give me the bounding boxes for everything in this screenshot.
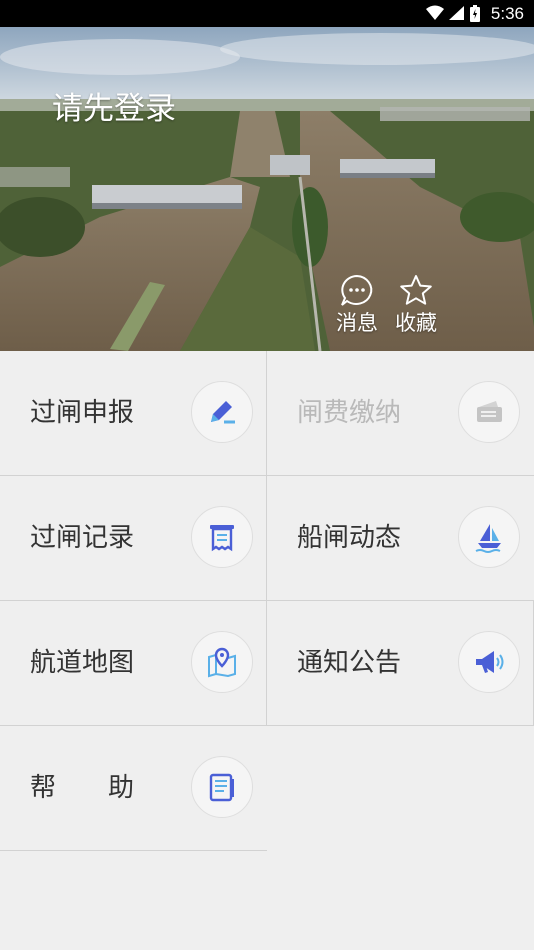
- menu-item-label: 航道地图: [30, 648, 135, 678]
- status-bar: 5:36: [0, 0, 534, 27]
- divider: [0, 850, 267, 851]
- favorites-button[interactable]: 收藏: [388, 273, 444, 336]
- menu-item-help[interactable]: 帮 助: [0, 726, 266, 850]
- megaphone-icon: [458, 631, 520, 693]
- menu-item-label: 闸费缴纳: [297, 398, 402, 428]
- pen-edit-icon: [191, 381, 253, 443]
- menu-item-label: 过闸记录: [30, 523, 135, 553]
- header-banner: 请先登录 消息 收藏: [0, 27, 534, 351]
- menu-item-lock-records[interactable]: 过闸记录: [0, 476, 266, 600]
- receipt-icon: [191, 506, 253, 568]
- messages-button[interactable]: 消息: [329, 273, 385, 336]
- messages-label: 消息: [336, 311, 378, 335]
- menu-item-lock-fee[interactable]: 闸费缴纳: [267, 351, 533, 475]
- menu-item-lock-declare[interactable]: 过闸申报: [0, 351, 266, 475]
- chat-bubble-icon: [341, 274, 373, 306]
- clock-time: 5:36: [490, 4, 524, 23]
- menu-item-label: 过闸申报: [30, 398, 135, 428]
- divider: [0, 600, 534, 601]
- menu-item-waterway-map[interactable]: 航道地图: [0, 601, 266, 725]
- sailboat-icon: [458, 506, 520, 568]
- menu-item-label: 通知公告: [297, 648, 402, 678]
- battery-icon: [470, 5, 480, 22]
- login-prompt[interactable]: 请先登录: [52, 83, 176, 128]
- favorites-label: 收藏: [395, 311, 437, 335]
- divider: [0, 725, 534, 726]
- divider: [266, 351, 267, 725]
- map-pin-icon: [191, 631, 253, 693]
- document-icon: [191, 756, 253, 818]
- menu-item-label: 帮 助: [30, 773, 135, 803]
- wallet-icon: [458, 381, 520, 443]
- divider: [0, 475, 534, 476]
- star-icon: [400, 275, 432, 305]
- menu-item-notices[interactable]: 通知公告: [267, 601, 533, 725]
- menu-item-lock-status[interactable]: 船闸动态: [267, 476, 533, 600]
- signal-icon: [449, 6, 464, 20]
- menu-item-label: 船闸动态: [297, 523, 402, 553]
- ship-lock-aerial-photo: [0, 27, 534, 351]
- wifi-icon: [426, 5, 444, 20]
